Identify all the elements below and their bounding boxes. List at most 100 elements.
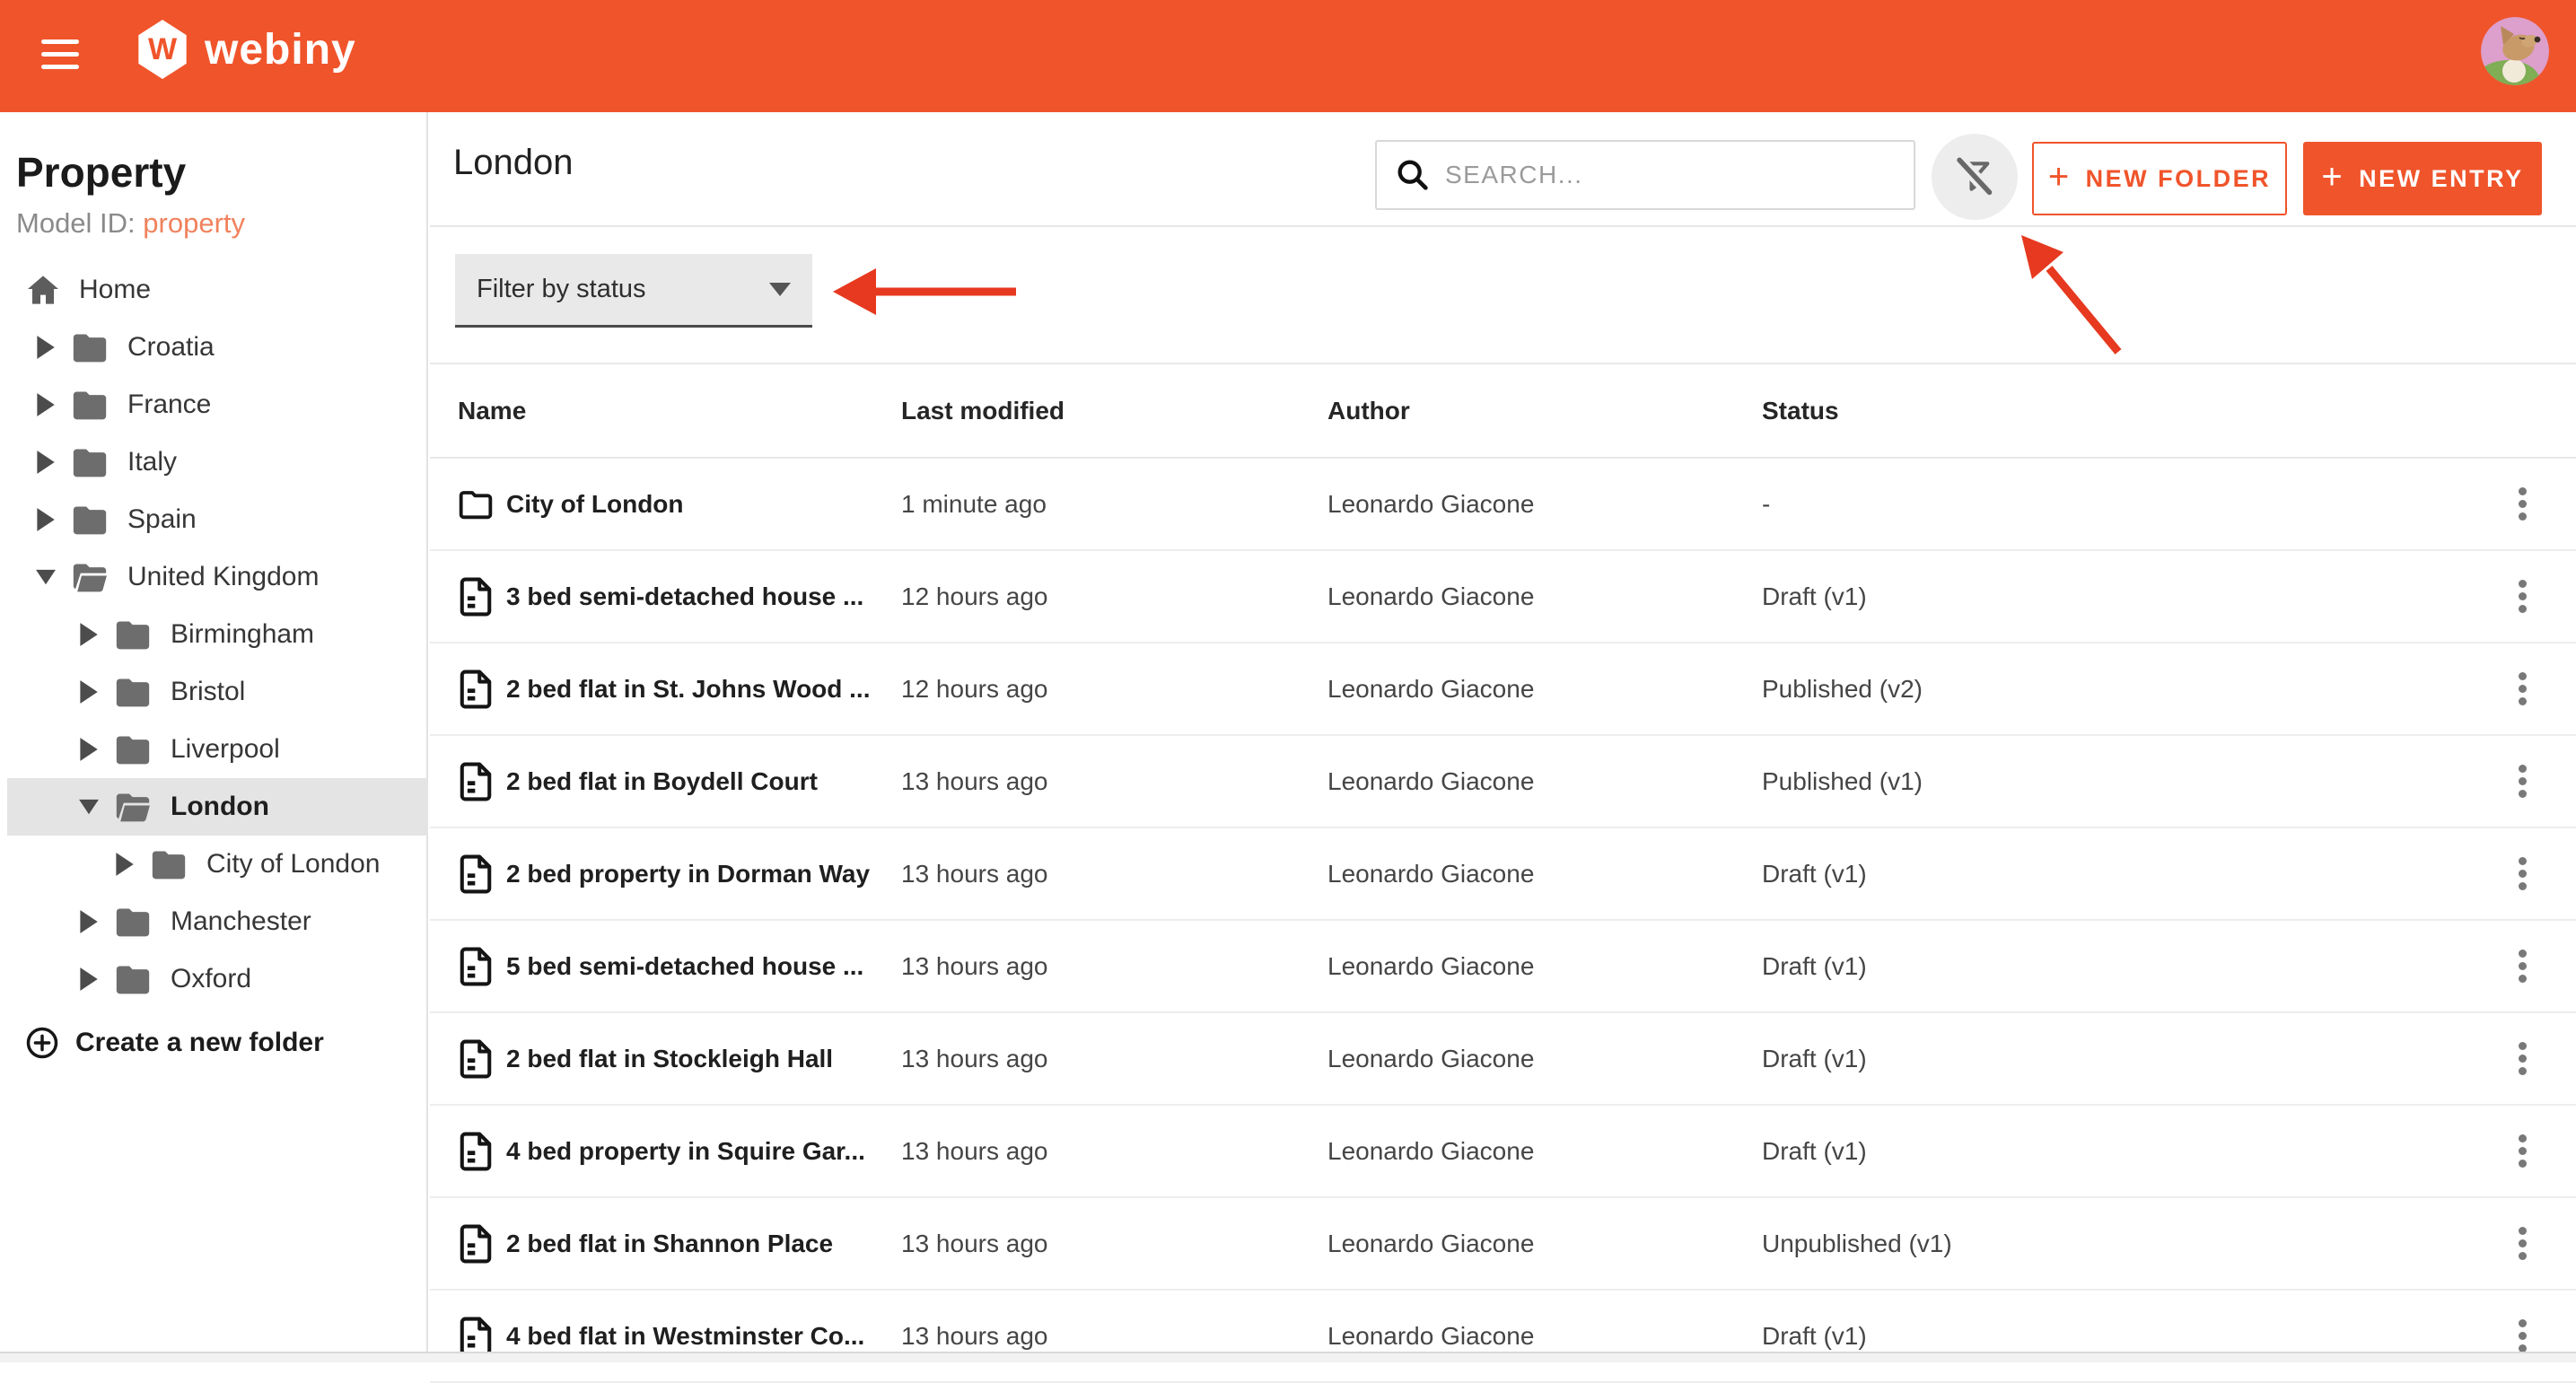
document-icon bbox=[458, 577, 494, 617]
cell-name: 4 bed flat in Westminster Co... bbox=[506, 1321, 865, 1350]
row-menu-button[interactable] bbox=[2510, 844, 2536, 904]
sidebar-item-oxford[interactable]: Oxford bbox=[0, 950, 428, 1008]
sidebar-item-label: Italy bbox=[127, 447, 178, 477]
search-icon bbox=[1395, 157, 1431, 193]
cell-modified: 13 hours ago bbox=[901, 1136, 1048, 1165]
folder-icon bbox=[113, 961, 153, 997]
sidebar: Property Model ID: property Home Croatia… bbox=[0, 112, 428, 1352]
plus-icon: + bbox=[2321, 156, 2345, 197]
cell-name: 2 bed flat in Boydell Court bbox=[506, 766, 818, 795]
user-avatar[interactable] bbox=[2481, 17, 2549, 85]
sidebar-item-london[interactable]: London bbox=[7, 778, 428, 836]
cell-name: 5 bed semi-detached house ... bbox=[506, 951, 864, 980]
sidebar-item-liverpool[interactable]: Liverpool bbox=[0, 721, 428, 778]
table-row[interactable]: 2 bed flat in Shannon Place 13 hours ago… bbox=[430, 1198, 2576, 1291]
cell-author: Leonardo Giacone bbox=[1327, 1136, 1535, 1165]
cell-author: Leonardo Giacone bbox=[1327, 582, 1535, 610]
chevron-right-icon[interactable] bbox=[79, 738, 99, 761]
sidebar-item-label: Birmingham bbox=[171, 619, 315, 649]
table-row[interactable]: City of London 1 minute ago Leonardo Gia… bbox=[430, 459, 2576, 551]
row-menu-button[interactable] bbox=[2510, 1213, 2536, 1274]
table-row[interactable]: 2 bed flat in Boydell Court 13 hours ago… bbox=[430, 736, 2576, 828]
folder-icon bbox=[70, 387, 110, 423]
cell-modified: 13 hours ago bbox=[901, 1044, 1048, 1072]
sidebar-item-croatia[interactable]: Croatia bbox=[0, 319, 428, 376]
sidebar-item-bristol[interactable]: Bristol bbox=[0, 663, 428, 721]
cell-name: 2 bed flat in Stockleigh Hall bbox=[506, 1044, 834, 1072]
table-row[interactable]: 4 bed flat in Westminster Co... 13 hours… bbox=[430, 1291, 2576, 1383]
filter-toggle-button[interactable] bbox=[1932, 134, 2018, 220]
document-icon bbox=[458, 1317, 494, 1356]
page-title: London bbox=[453, 143, 574, 182]
sidebar-item-label: Home bbox=[79, 275, 152, 304]
webiny-logo: W webiny bbox=[136, 20, 356, 79]
cell-name: 2 bed flat in Shannon Place bbox=[506, 1229, 834, 1257]
table-row[interactable]: 3 bed semi-detached house ... 12 hours a… bbox=[430, 551, 2576, 643]
cell-modified: 12 hours ago bbox=[901, 582, 1048, 610]
chevron-down-icon[interactable] bbox=[36, 565, 56, 589]
model-id-link[interactable]: property bbox=[143, 207, 245, 239]
sidebar-item-france[interactable]: France bbox=[0, 376, 428, 433]
chevron-right-icon[interactable] bbox=[79, 967, 99, 991]
chevron-right-icon[interactable] bbox=[36, 451, 56, 474]
row-menu-button[interactable] bbox=[2510, 659, 2536, 719]
table-row[interactable]: 2 bed flat in St. Johns Wood ... 12 hour… bbox=[430, 643, 2576, 736]
new-folder-button[interactable]: + NEW FOLDER bbox=[2032, 142, 2287, 215]
sidebar-item-city-of-london[interactable]: City of London bbox=[0, 836, 428, 893]
new-entry-button[interactable]: + NEW ENTRY bbox=[2303, 142, 2542, 215]
document-icon bbox=[458, 854, 494, 894]
chevron-right-icon[interactable] bbox=[79, 910, 99, 933]
horizontal-scrollbar-track[interactable] bbox=[0, 1352, 2576, 1362]
chevron-right-icon[interactable] bbox=[115, 853, 135, 876]
filter-by-status-dropdown[interactable]: Filter by status bbox=[455, 254, 812, 328]
row-menu-button[interactable] bbox=[2510, 566, 2536, 626]
create-folder-button[interactable]: Create a new folder bbox=[0, 1014, 428, 1072]
sidebar-item-birmingham[interactable]: Birmingham bbox=[0, 606, 428, 663]
table-row[interactable]: 4 bed property in Squire Gar... 13 hours… bbox=[430, 1106, 2576, 1198]
table-row[interactable]: 2 bed flat in Stockleigh Hall 13 hours a… bbox=[430, 1013, 2576, 1106]
sidebar-item-home[interactable]: Home bbox=[0, 261, 428, 319]
sidebar-item-united-kingdom[interactable]: United Kingdom bbox=[0, 548, 428, 606]
cell-status: Draft (v1) bbox=[1762, 1044, 1867, 1072]
row-menu-button[interactable] bbox=[2510, 474, 2536, 534]
cell-modified: 1 minute ago bbox=[901, 489, 1047, 518]
folder-icon bbox=[113, 904, 153, 940]
table-row[interactable]: 2 bed property in Dorman Way 13 hours ag… bbox=[430, 828, 2576, 921]
model-title: Property bbox=[16, 149, 187, 196]
cell-modified: 13 hours ago bbox=[901, 951, 1048, 980]
dropdown-caret-icon bbox=[769, 283, 791, 296]
row-menu-button[interactable] bbox=[2510, 1121, 2536, 1181]
chevron-right-icon[interactable] bbox=[36, 508, 56, 531]
folder-icon bbox=[70, 444, 110, 480]
document-icon bbox=[458, 947, 494, 986]
plus-circle-icon bbox=[25, 1026, 59, 1060]
cell-author: Leonardo Giacone bbox=[1327, 1229, 1535, 1257]
row-menu-button[interactable] bbox=[2510, 1028, 2536, 1089]
chevron-down-icon[interactable] bbox=[79, 795, 99, 818]
sidebar-item-spain[interactable]: Spain bbox=[0, 491, 428, 548]
home-icon bbox=[25, 273, 61, 307]
folder-tree: Home Croatia France Italy Spain United K… bbox=[0, 261, 428, 1008]
webiny-logo-badge: W bbox=[138, 20, 187, 79]
folder-open-icon bbox=[113, 789, 153, 825]
sidebar-item-label: Oxford bbox=[171, 964, 252, 993]
sidebar-item-italy[interactable]: Italy bbox=[0, 433, 428, 491]
document-icon bbox=[458, 1132, 494, 1171]
chevron-right-icon[interactable] bbox=[79, 680, 99, 704]
chevron-right-icon[interactable] bbox=[79, 623, 99, 646]
menu-icon[interactable] bbox=[41, 39, 81, 74]
cell-status: Draft (v1) bbox=[1762, 1136, 1867, 1165]
chevron-right-icon[interactable] bbox=[36, 336, 56, 359]
filter-off-icon bbox=[1951, 153, 1998, 200]
table-row[interactable]: 5 bed semi-detached house ... 13 hours a… bbox=[430, 921, 2576, 1013]
folder-icon bbox=[113, 674, 153, 710]
row-menu-button[interactable] bbox=[2510, 936, 2536, 996]
cell-author: Leonardo Giacone bbox=[1327, 674, 1535, 703]
cell-status: Published (v2) bbox=[1762, 674, 1923, 703]
search-input[interactable] bbox=[1445, 161, 1896, 189]
cell-modified: 13 hours ago bbox=[901, 766, 1048, 795]
sidebar-item-manchester[interactable]: Manchester bbox=[0, 893, 428, 950]
folder-icon bbox=[113, 731, 153, 767]
row-menu-button[interactable] bbox=[2510, 751, 2536, 811]
chevron-right-icon[interactable] bbox=[36, 393, 56, 416]
